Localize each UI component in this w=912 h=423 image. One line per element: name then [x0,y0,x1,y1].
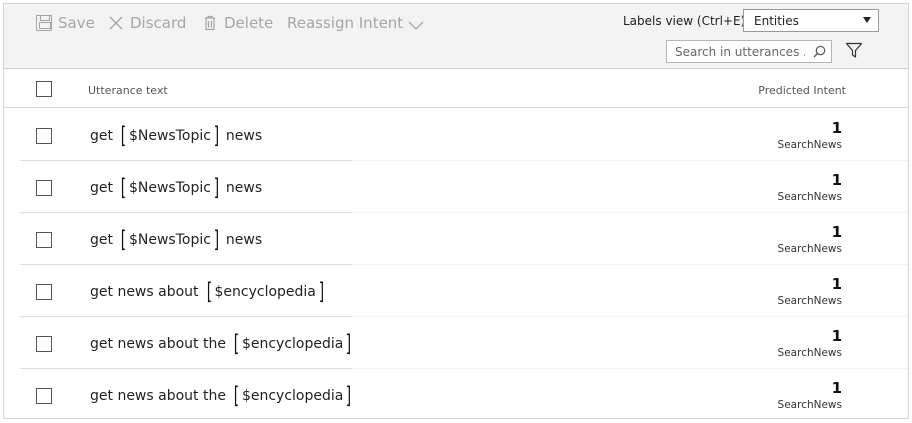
discard-label: Discard [130,14,187,32]
utterance-text[interactable]: get news about [$encyclopedia] [90,280,331,304]
intent-score: 1 [831,223,842,241]
entity-bracket-close: ] [346,383,352,409]
entity-bracket-open: [ [206,279,212,305]
predicted-intent[interactable]: SearchNews [778,139,842,151]
table-row[interactable]: get news about the [$encyclopedia] 1 Search… [4,317,908,369]
utterance-prefix: get [90,232,113,248]
entity-name: $encyclopedia [241,336,344,352]
entity-label[interactable]: [$NewsTopic] [119,123,221,149]
entity-label[interactable]: [$encyclopedia] [232,383,353,409]
predicted-intent[interactable]: SearchNews [778,295,842,307]
utterance-suffix: news [225,232,263,248]
save-icon [36,15,52,31]
utterance-prefix: get [90,128,113,144]
intent-score: 1 [831,275,842,293]
predicted-intent[interactable]: SearchNews [778,347,842,359]
utterance-suffix: news [225,128,263,144]
entity-name: $NewsTopic [128,180,211,196]
table-header: Utterance text Predicted Intent [4,70,908,108]
discard-button[interactable]: Discard [108,13,186,33]
filter-icon[interactable] [845,42,863,59]
search-input[interactable] [675,45,805,59]
utterance-text[interactable]: get[$NewsTopic] news [90,176,262,200]
select-all-checkbox[interactable] [36,81,52,97]
column-header-utterance[interactable]: Utterance text [88,84,168,97]
entity-label[interactable]: [$NewsTopic] [119,227,221,253]
row-checkbox[interactable] [36,284,52,300]
intent-score: 1 [831,327,842,345]
discard-icon [108,15,124,31]
chevron-down-icon [408,17,424,30]
entity-bracket-open: [ [120,227,127,253]
save-label: Save [58,14,95,32]
entity-bracket-open: [ [233,331,240,357]
entity-name: $encyclopedia [214,284,316,300]
row-checkbox[interactable] [36,336,52,352]
entity-name: $NewsTopic [128,232,211,248]
table-row[interactable]: get news about [$encyclopedia] 1 SearchNews [4,265,908,317]
labels-view-selected: Entities [754,14,799,28]
table-row[interactable]: get[$NewsTopic] news 1 SearchNews [4,109,908,161]
utterance-prefix: get news about the [90,388,226,404]
row-checkbox[interactable] [36,180,52,196]
utterances-panel: Save Discard Delete Reassign Intent Labe… [3,3,909,419]
delete-button[interactable]: Delete [202,13,273,33]
row-checkbox[interactable] [36,232,52,248]
intent-score: 1 [831,171,842,189]
table-row[interactable]: get news about the [$encyclopedia] 1 Search… [4,369,908,418]
utterance-text[interactable]: get[$NewsTopic] news [90,228,262,252]
entity-bracket-close: ] [213,227,220,253]
delete-icon [202,15,218,31]
entity-bracket-open: [ [233,383,240,409]
entity-bracket-close: ] [213,123,220,149]
predicted-intent[interactable]: SearchNews [778,399,842,411]
entity-name: $encyclopedia [241,388,344,404]
delete-label: Delete [224,14,274,32]
dropdown-arrow-icon [863,17,871,23]
utterance-prefix: get [90,180,113,196]
search-icon[interactable] [813,45,826,58]
entity-bracket-open: [ [120,175,127,201]
utterance-text[interactable]: get news about the [$encyclopedia] [90,332,358,356]
predicted-intent[interactable]: SearchNews [778,191,842,203]
entity-name: $NewsTopic [128,128,211,144]
labels-view-select[interactable]: Entities [743,9,879,32]
table-row[interactable]: get[$NewsTopic] news 1 SearchNews [4,213,908,265]
toolbar: Save Discard Delete Reassign Intent Labe… [4,4,908,69]
entity-bracket-open: [ [120,123,127,149]
entity-label[interactable]: [$encyclopedia] [205,279,326,305]
predicted-intent[interactable]: SearchNews [778,243,842,255]
utterance-prefix: get news about [90,284,199,300]
intent-score: 1 [831,119,842,137]
entity-label[interactable]: [$NewsTopic] [119,175,221,201]
table-row[interactable]: get[$NewsTopic] news 1 SearchNews [4,161,908,213]
utterance-prefix: get news about the [90,336,226,352]
reassign-intent-button[interactable]: Reassign Intent [287,13,424,33]
labels-view-label: Labels view (Ctrl+E): [623,14,750,28]
entity-bracket-close: ] [318,279,325,305]
entity-bracket-close: ] [213,175,220,201]
utterance-text[interactable]: get news about the [$encyclopedia] [90,384,358,408]
row-checkbox[interactable] [36,128,52,144]
intent-score: 1 [831,379,842,397]
save-button[interactable]: Save [36,13,95,33]
entity-label[interactable]: [$encyclopedia] [232,331,353,357]
row-checkbox[interactable] [36,388,52,404]
utterance-text[interactable]: get[$NewsTopic] news [90,124,262,148]
entity-bracket-close: ] [346,331,352,357]
reassign-intent-label: Reassign Intent [287,14,404,32]
utterance-suffix: news [225,180,263,196]
column-header-intent[interactable]: Predicted Intent [758,84,846,97]
search-box [666,40,832,63]
